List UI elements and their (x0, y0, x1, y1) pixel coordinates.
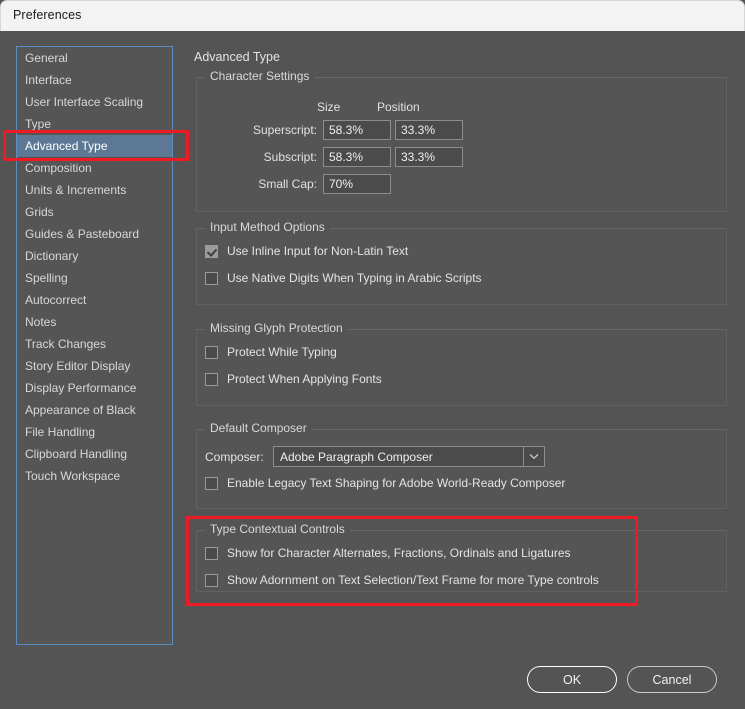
small-cap-size-input[interactable]: 70% (323, 174, 391, 194)
sidebar-item[interactable]: Type (17, 113, 172, 135)
window-title: Preferences (13, 8, 82, 22)
sidebar-item[interactable]: Guides & Pasteboard (17, 223, 172, 245)
group-legend-character-settings: Character Settings (205, 69, 314, 83)
checkbox-row-character-alternates[interactable]: Show for Character Alternates, Fractions… (205, 546, 571, 560)
ok-button[interactable]: OK (527, 666, 617, 693)
sidebar-item[interactable]: Touch Workspace (17, 465, 172, 487)
sidebar-item[interactable]: Notes (17, 311, 172, 333)
checkbox-row-protect-applying-fonts[interactable]: Protect When Applying Fonts (205, 372, 382, 386)
sidebar-item[interactable]: Composition (17, 157, 172, 179)
sidebar-item[interactable]: Autocorrect (17, 289, 172, 311)
category-list[interactable]: GeneralInterfaceUser Interface ScalingTy… (16, 46, 173, 645)
checkbox-inline-input[interactable] (205, 245, 218, 258)
group-default-composer: Default Composer Composer: Adobe Paragra… (196, 429, 727, 509)
checkbox-protect-while-typing[interactable] (205, 346, 218, 359)
cancel-button[interactable]: Cancel (627, 666, 717, 693)
sidebar-item[interactable]: File Handling (17, 421, 172, 443)
group-legend-missing-glyph-protection: Missing Glyph Protection (205, 321, 348, 335)
title-bar: Preferences (0, 0, 745, 31)
checkbox-protect-applying-fonts[interactable] (205, 373, 218, 386)
group-missing-glyph-protection: Missing Glyph Protection Protect While T… (196, 329, 727, 406)
preferences-dialog: Preferences GeneralInterfaceUser Interfa… (0, 0, 745, 709)
sidebar-item[interactable]: Grids (17, 201, 172, 223)
label-protect-applying-fonts: Protect When Applying Fonts (227, 372, 382, 386)
label-native-digits: Use Native Digits When Typing in Arabic … (227, 271, 482, 285)
sidebar-item[interactable]: Units & Increments (17, 179, 172, 201)
checkbox-row-protect-while-typing[interactable]: Protect While Typing (205, 345, 337, 359)
chevron-down-icon[interactable] (523, 447, 544, 466)
superscript-position-input[interactable]: 33.3% (395, 120, 463, 140)
subscript-position-input[interactable]: 33.3% (395, 147, 463, 167)
checkbox-show-adornment[interactable] (205, 574, 218, 587)
checkbox-legacy-text-shaping[interactable] (205, 477, 218, 490)
group-legend-default-composer: Default Composer (205, 421, 312, 435)
sidebar-item[interactable]: Dictionary (17, 245, 172, 267)
group-legend-input-method-options: Input Method Options (205, 220, 330, 234)
group-character-settings: Character Settings Size Position Supersc… (196, 77, 727, 212)
checkbox-row-legacy-text-shaping[interactable]: Enable Legacy Text Shaping for Adobe Wor… (205, 476, 565, 490)
sidebar-item[interactable]: Track Changes (17, 333, 172, 355)
checkbox-row-native-digits[interactable]: Use Native Digits When Typing in Arabic … (205, 271, 482, 285)
sidebar-item[interactable]: Spelling (17, 267, 172, 289)
group-type-contextual-controls: Type Contextual Controls Show for Charac… (196, 530, 727, 592)
composer-dropdown-value: Adobe Paragraph Composer (274, 450, 523, 464)
sidebar-item[interactable]: Advanced Type (17, 135, 172, 157)
label-subscript: Subscript: (207, 150, 317, 164)
label-legacy-text-shaping: Enable Legacy Text Shaping for Adobe Wor… (227, 476, 565, 490)
sidebar-item[interactable]: User Interface Scaling (17, 91, 172, 113)
sidebar-item[interactable]: Appearance of Black (17, 399, 172, 421)
group-legend-type-contextual-controls: Type Contextual Controls (205, 522, 350, 536)
sidebar-item[interactable]: Clipboard Handling (17, 443, 172, 465)
checkbox-row-show-adornment[interactable]: Show Adornment on Text Selection/Text Fr… (205, 573, 599, 587)
sidebar-item[interactable]: Display Performance (17, 377, 172, 399)
superscript-size-input[interactable]: 58.3% (323, 120, 391, 140)
column-header-size: Size (317, 100, 340, 114)
column-header-position: Position (377, 100, 420, 114)
checkbox-row-inline-input[interactable]: Use Inline Input for Non-Latin Text (205, 244, 408, 258)
composer-dropdown[interactable]: Adobe Paragraph Composer (273, 446, 545, 467)
label-protect-while-typing: Protect While Typing (227, 345, 337, 359)
label-inline-input: Use Inline Input for Non-Latin Text (227, 244, 408, 258)
sidebar-item[interactable]: General (17, 47, 172, 69)
checkbox-character-alternates[interactable] (205, 547, 218, 560)
subscript-size-input[interactable]: 58.3% (323, 147, 391, 167)
page-title: Advanced Type (194, 50, 280, 64)
sidebar-item[interactable]: Story Editor Display (17, 355, 172, 377)
sidebar-item[interactable]: Interface (17, 69, 172, 91)
group-input-method-options: Input Method Options Use Inline Input fo… (196, 228, 727, 305)
label-show-adornment: Show Adornment on Text Selection/Text Fr… (227, 573, 599, 587)
label-character-alternates: Show for Character Alternates, Fractions… (227, 546, 571, 560)
checkbox-native-digits[interactable] (205, 272, 218, 285)
label-superscript: Superscript: (207, 123, 317, 137)
label-small-cap: Small Cap: (207, 177, 317, 191)
label-composer: Composer: (205, 450, 264, 464)
